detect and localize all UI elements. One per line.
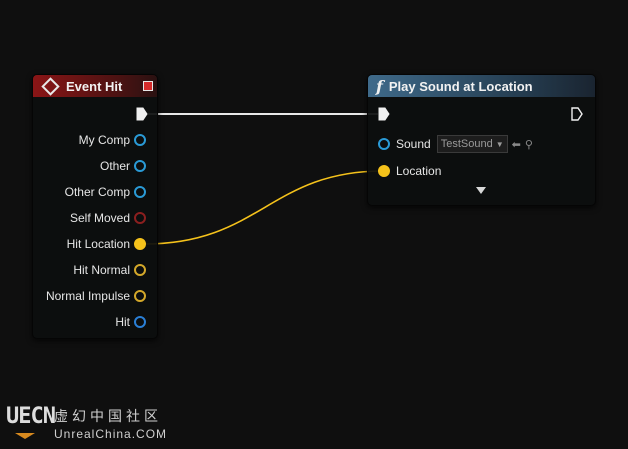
event-output-pin-label: Hit bbox=[115, 315, 130, 329]
play-sound-title: Play Sound at Location bbox=[388, 78, 533, 94]
event-output-pin-label: Other bbox=[99, 159, 130, 173]
event-output-pin-label: My Comp bbox=[78, 133, 130, 147]
use-selected-arrow-icon[interactable]: ⬅ bbox=[512, 138, 521, 151]
event-output-pin-icon[interactable] bbox=[134, 290, 146, 302]
event-output-pin-row[interactable]: Other bbox=[100, 159, 146, 173]
dropdown-caret-icon: ▼ bbox=[495, 139, 504, 149]
sound-asset-dropdown[interactable]: TestSound ▼ bbox=[436, 135, 508, 153]
event-output-pin-icon[interactable] bbox=[134, 212, 146, 224]
location-pin-row[interactable]: Location bbox=[378, 164, 441, 178]
exec-out-pin-icon[interactable] bbox=[136, 107, 148, 121]
sound-pin-row[interactable]: Sound TestSound ▼ ⬅ ⚲ bbox=[378, 135, 533, 153]
function-icon: f bbox=[376, 76, 383, 96]
event-output-pin-row[interactable]: Self Moved bbox=[70, 211, 146, 225]
event-output-pin-label: Self Moved bbox=[69, 211, 130, 225]
event-output-pin-row[interactable]: Hit Location bbox=[67, 237, 146, 251]
location-pin-icon[interactable] bbox=[378, 165, 390, 177]
event-output-pin-label: Normal Impulse bbox=[45, 289, 130, 303]
event-output-pin-row[interactable]: Hit bbox=[115, 315, 146, 329]
event-hit-header[interactable]: Event Hit bbox=[33, 75, 157, 97]
play-sound-node[interactable]: f Play Sound at Location Sound TestSound… bbox=[367, 74, 596, 206]
event-hit-node[interactable]: Event Hit My Comp Other Other Comp Self Mov… bbox=[32, 74, 158, 339]
logo-chevron-icon bbox=[15, 433, 35, 439]
event-diamond-icon bbox=[41, 76, 60, 96]
event-output-pin-label: Other Comp bbox=[64, 185, 130, 199]
location-pin-label: Location bbox=[396, 164, 442, 178]
uecn-logo: UECN bbox=[6, 404, 56, 429]
exec-out-pin-icon[interactable] bbox=[571, 107, 583, 121]
blueprint-graph-canvas[interactable]: Event Hit My Comp Other Other Comp Self Mov… bbox=[0, 0, 628, 449]
sound-asset-value: TestSound bbox=[440, 138, 493, 150]
event-output-pin-icon[interactable] bbox=[134, 264, 146, 276]
event-output-pin-icon[interactable] bbox=[134, 316, 146, 328]
event-output-pin-row[interactable]: Other Comp bbox=[65, 185, 146, 199]
event-output-pin-icon[interactable] bbox=[134, 238, 146, 250]
sound-pin-icon[interactable] bbox=[378, 138, 390, 150]
event-output-pin-label: Hit Location bbox=[66, 237, 130, 251]
event-output-pin-row[interactable]: Normal Impulse bbox=[46, 289, 146, 303]
location-wire[interactable] bbox=[143, 170, 384, 245]
event-stop-icon bbox=[143, 81, 153, 91]
site-name-en: UnrealChina.COM bbox=[54, 427, 168, 441]
event-hit-title: Event Hit bbox=[66, 78, 123, 94]
site-name-cn: 虚幻中国社区 bbox=[54, 408, 162, 424]
event-output-pin-icon[interactable] bbox=[134, 134, 146, 146]
event-output-pin-row[interactable]: Hit Normal bbox=[73, 263, 146, 277]
event-output-pin-row[interactable]: My Comp bbox=[79, 133, 146, 147]
browse-search-icon[interactable]: ⚲ bbox=[525, 138, 533, 151]
event-output-pin-icon[interactable] bbox=[134, 186, 146, 198]
exec-in-pin-icon[interactable] bbox=[378, 107, 390, 121]
play-sound-header[interactable]: f Play Sound at Location bbox=[368, 75, 595, 97]
event-output-pin-icon[interactable] bbox=[134, 160, 146, 172]
sound-pin-label: Sound bbox=[396, 137, 431, 151]
event-output-pin-label: Hit Normal bbox=[73, 263, 130, 277]
advanced-pins-expand-icon[interactable] bbox=[476, 187, 486, 194]
